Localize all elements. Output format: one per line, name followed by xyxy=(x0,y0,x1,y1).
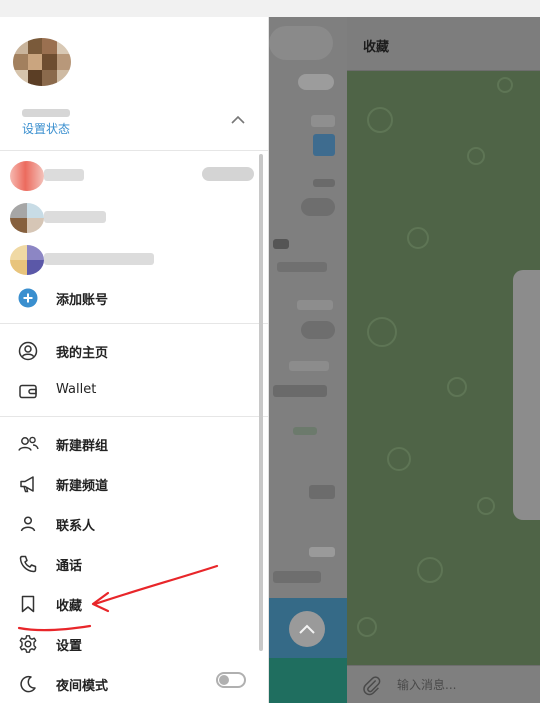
megaphone-icon xyxy=(17,473,39,495)
divider xyxy=(0,150,268,151)
message-input-placeholder: 输入消息... xyxy=(397,678,457,692)
divider xyxy=(0,323,268,324)
unread-badge-redacted xyxy=(202,167,254,181)
menu-item-new-channel[interactable]: 新建频道 xyxy=(0,463,258,503)
phone-icon xyxy=(17,553,39,575)
doodle-pattern xyxy=(367,107,393,133)
side-drawer: 设置状态 添加账号 我的主页 Wallet 新建群组 新建频道 联系人 通话 收… xyxy=(0,17,269,703)
divider xyxy=(0,416,268,417)
account-avatar xyxy=(10,203,44,233)
add-account-button[interactable]: 添加账号 xyxy=(0,277,258,317)
background-chat-header: 收藏 xyxy=(347,17,540,71)
collapse-accounts-icon[interactable] xyxy=(229,113,247,127)
window-top-bar xyxy=(0,0,540,17)
menu-item-new-group[interactable]: 新建群组 xyxy=(0,423,258,463)
set-status-link[interactable]: 设置状态 xyxy=(22,120,70,137)
chevron-up-icon xyxy=(299,624,315,634)
menu-item-label: 新建群组 xyxy=(56,439,109,454)
wallet-icon xyxy=(17,380,39,402)
moon-icon xyxy=(17,673,39,695)
menu-item-label: 新建频道 xyxy=(56,479,109,494)
person-icon xyxy=(17,513,39,535)
add-account-label: 添加账号 xyxy=(56,293,109,308)
user-circle-icon xyxy=(17,340,39,362)
menu-item-label: 联系人 xyxy=(56,519,96,534)
menu-item-calls[interactable]: 通话 xyxy=(0,543,258,583)
background-chat-title: 收藏 xyxy=(363,40,390,55)
account-name-redacted xyxy=(44,211,106,223)
plus-circle-icon xyxy=(17,287,39,309)
background-message-bar: 输入消息... xyxy=(347,665,540,703)
profile-avatar[interactable] xyxy=(13,38,71,86)
profile-name-redacted xyxy=(22,109,70,117)
account-name-redacted xyxy=(44,253,154,265)
background-chat-area xyxy=(347,17,540,703)
background-search-bar xyxy=(269,26,333,60)
account-row[interactable] xyxy=(0,199,268,237)
night-mode-toggle[interactable] xyxy=(216,672,246,688)
background-popup-card xyxy=(513,270,540,520)
menu-item-label: Wallet xyxy=(56,382,97,397)
menu-item-settings[interactable]: 设置 xyxy=(0,623,258,663)
menu-item-my-profile[interactable]: 我的主页 xyxy=(0,330,258,370)
account-row[interactable] xyxy=(0,241,268,279)
drawer-scrollbar[interactable] xyxy=(259,154,263,651)
paperclip-icon xyxy=(363,676,381,696)
menu-item-label: 收藏 xyxy=(56,599,83,614)
account-avatar xyxy=(10,245,44,275)
menu-item-label: 夜间模式 xyxy=(56,679,109,694)
menu-item-label: 通话 xyxy=(56,559,83,574)
gear-icon xyxy=(17,633,39,655)
menu-item-contacts[interactable]: 联系人 xyxy=(0,503,258,543)
background-chat-row xyxy=(269,658,347,703)
menu-item-label: 设置 xyxy=(56,639,83,654)
menu-item-saved-messages[interactable]: 收藏 xyxy=(0,583,258,623)
menu-item-label: 我的主页 xyxy=(56,346,109,361)
group-icon xyxy=(17,433,39,455)
account-name-redacted xyxy=(44,169,84,181)
menu-item-night-mode[interactable]: 夜间模式 xyxy=(0,663,258,703)
account-avatar xyxy=(10,161,44,191)
menu-item-wallet[interactable]: Wallet xyxy=(0,370,258,410)
scroll-up-button[interactable] xyxy=(289,611,325,647)
toggle-knob xyxy=(219,675,229,685)
bookmark-icon xyxy=(17,593,39,615)
